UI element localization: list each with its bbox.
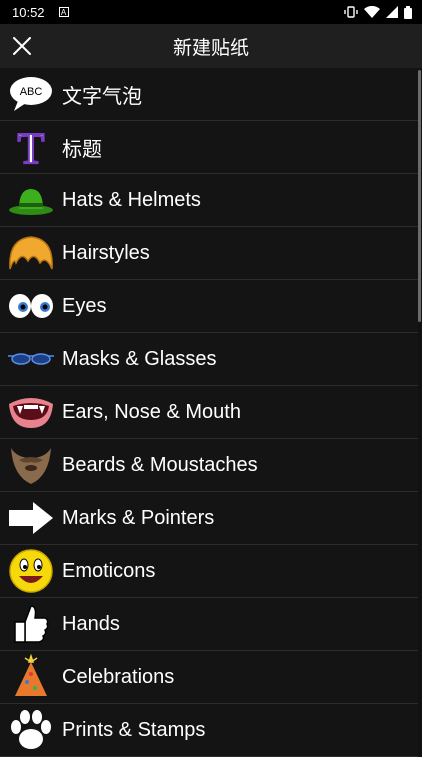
list-item-label: 文字气泡 — [62, 85, 142, 108]
close-button[interactable] — [0, 24, 44, 68]
list-item[interactable]: Emoticons — [0, 545, 418, 598]
list-item[interactable]: Hands — [0, 598, 418, 651]
paw-print-icon — [0, 704, 62, 757]
status-time: 10:52 — [12, 4, 45, 20]
list-item[interactable]: Celebrations — [0, 651, 418, 704]
list-item-label: Hairstyles — [62, 241, 150, 264]
glasses-icon — [0, 333, 62, 386]
list-item-label: Marks & Pointers — [62, 506, 215, 529]
mouth-icon — [0, 386, 62, 439]
list-item[interactable]: ABC 文字气泡 — [0, 68, 418, 121]
list-item[interactable]: Masks & Glasses — [0, 333, 418, 386]
list-item-label: Hands — [62, 612, 120, 635]
close-icon — [13, 37, 31, 55]
list-item-label: Beards & Moustaches — [62, 453, 258, 476]
arrow-icon — [0, 492, 62, 545]
battery-icon — [404, 5, 412, 19]
scrollbar[interactable] — [418, 70, 421, 322]
list-item-label: Masks & Glasses — [62, 347, 217, 370]
list-item[interactable]: Marks & Pointers — [0, 492, 418, 545]
vibrate-icon — [344, 6, 358, 18]
beard-icon — [0, 439, 62, 492]
list-item[interactable]: Prints & Stamps — [0, 704, 418, 757]
signal-icon — [386, 6, 398, 18]
toolbar: 新建贴纸 — [0, 24, 422, 68]
speech-bubble-badge: ABC — [20, 86, 43, 98]
list-item-label: Hats & Helmets — [62, 188, 201, 211]
emoticon-icon — [0, 545, 62, 598]
list-item-label: Prints & Stamps — [62, 718, 206, 741]
thumbs-up-icon — [0, 598, 62, 651]
green-hat-icon — [0, 174, 62, 227]
list-item-label: 标题 — [62, 138, 102, 161]
list-item[interactable]: Ears, Nose & Mouth — [0, 386, 418, 439]
status-bar: 10:52 A — [0, 0, 422, 24]
eyes-icon — [0, 280, 62, 333]
list-item[interactable]: Beards & Moustaches — [0, 439, 418, 492]
title-letter-icon: T — [0, 121, 62, 174]
status-icons — [344, 5, 412, 19]
notification-icon: A — [58, 7, 69, 17]
list-item[interactable]: Hats & Helmets — [0, 174, 418, 227]
list-item-label: Eyes — [62, 294, 107, 317]
party-hat-icon — [0, 651, 62, 704]
list-item[interactable]: T 标题 — [0, 121, 418, 174]
list-item-label: Ears, Nose & Mouth — [62, 400, 241, 423]
list-item-label: Emoticons — [62, 559, 156, 582]
list-item[interactable]: Hairstyles — [0, 227, 418, 280]
hair-icon — [0, 227, 62, 280]
title-letter-badge: T — [18, 125, 45, 169]
speech-bubble-icon: ABC — [0, 68, 62, 121]
sticker-category-list: ABC 文字气泡 T 标题 Hats & Helmets Hairstyles … — [0, 68, 418, 757]
list-item[interactable]: Eyes — [0, 280, 418, 333]
toolbar-title: 新建贴纸 — [172, 37, 249, 59]
wifi-icon — [364, 6, 380, 18]
list-item-label: Celebrations — [62, 665, 175, 688]
